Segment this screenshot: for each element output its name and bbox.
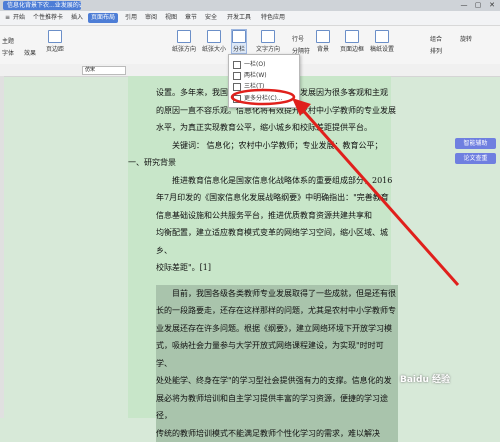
menu-chapter[interactable]: 章节 xyxy=(182,13,200,23)
columns-icon xyxy=(232,30,246,43)
vertical-ruler xyxy=(0,76,4,418)
menu-insert[interactable]: 插入 xyxy=(68,13,86,23)
doc-keywords: 关键词： 信息化；农村中小学教师；专业发展；教育公平； xyxy=(156,137,398,155)
theme-button[interactable]: 主题 xyxy=(2,36,14,45)
page-border-button[interactable]: 页面边框 xyxy=(340,30,364,53)
menu-recommend[interactable]: 个性推荐卡 xyxy=(30,13,66,23)
doc-line: 信息基础设施和公共服务平台，推进优质教育资源共建共享和 xyxy=(156,207,398,225)
menu-view[interactable]: 视图 xyxy=(162,13,180,23)
menu-bar: ≡ 开始 个性推荐卡 插入 页面布局 引用 审阅 视图 章节 安全 开发工具 特… xyxy=(0,11,500,26)
doc-heading: 一、研究背景 xyxy=(128,154,398,172)
doc-line: 展必将为教师培训和自主学习提供丰富的学习资源，便捷的学习途径， xyxy=(156,390,398,425)
doc-line: 推进教育信息化是国家信息化战略体系的重要组成部分，2016 xyxy=(156,172,398,190)
font-theme-button[interactable]: 字体 xyxy=(2,48,14,57)
doc-line: 校际差距"。[1] xyxy=(156,259,398,277)
menu-review[interactable]: 审阅 xyxy=(142,13,160,23)
menu-page-layout[interactable]: 页面布局 xyxy=(88,13,118,23)
document-tab[interactable]: 信息化背景下农...业发展的调研探析 xyxy=(3,1,81,10)
doc-line: 水平，为真正实现教育公平，缩小城乡和校际差距提供平台。 xyxy=(156,119,398,137)
plagiarism-check-button[interactable]: 论文查重 xyxy=(455,153,496,164)
doc-line: 处处能学、终身在学"的学习型社会提供强有力的支撑。信息化的发 xyxy=(156,372,398,390)
paper-size-icon xyxy=(207,30,221,43)
font-select[interactable]: 仿宋 xyxy=(82,66,126,75)
doc-line: 长的一段路要走，还存在这样那样的问题，尤其是农村中小学教师专 xyxy=(156,302,398,320)
line-number-button[interactable]: 行号 xyxy=(292,34,304,43)
orientation-icon xyxy=(177,30,191,43)
two-column-icon xyxy=(233,72,241,80)
menu-security[interactable]: 安全 xyxy=(202,13,220,23)
doc-line: 均衡配置，建立适应教育模式变革的网络学习空间，缩小区域、城乡、 xyxy=(156,224,398,259)
doc-line: 式，吸纳社会力量参与大学开放式网络课程建设，为实现"时时可学、 xyxy=(156,337,398,372)
columns-button[interactable]: 分栏 xyxy=(232,30,246,53)
menu-references[interactable]: 引用 xyxy=(122,13,140,23)
three-column-option[interactable]: 三栏(T) xyxy=(233,81,264,91)
columns-dropdown: 一栏(O) 两栏(W) 三栏(T) 更多分栏(C)... xyxy=(228,54,300,108)
minimize-icon[interactable]: — xyxy=(458,1,470,10)
title-bar: 信息化背景下农...业发展的调研探析 — ▢ ✕ xyxy=(0,0,500,11)
text-direction-icon xyxy=(261,30,275,43)
arrange-button[interactable]: 排列 xyxy=(430,46,442,55)
effect-button[interactable]: 效果 xyxy=(24,48,36,57)
doc-line: 业发展还存在许多问题。根据《纲要》，建立网络环境下开放学习模 xyxy=(156,320,398,338)
two-column-option[interactable]: 两栏(W) xyxy=(233,70,267,80)
margin-button[interactable]: 页边距 xyxy=(46,30,64,53)
selected-text[interactable]: 目前，我国各级各类教师专业发展取得了一些成就，但是还有很 长的一段路要走，还存在… xyxy=(156,285,398,442)
three-column-icon xyxy=(233,83,241,91)
background-icon xyxy=(316,30,330,43)
paper-size-button[interactable]: 纸张大小 xyxy=(202,30,226,53)
group-button[interactable]: 组合 xyxy=(430,34,442,43)
doc-line: 年7月印发的《国家信息化发展战略纲要》中明确指出："完善教育 xyxy=(156,189,398,207)
doc-line: 目前，我国各级各类教师专业发展取得了一些成就，但是还有很 xyxy=(156,285,398,303)
orientation-button[interactable]: 纸张方向 xyxy=(172,30,196,53)
maximize-icon[interactable]: ▢ xyxy=(472,1,484,10)
document-page[interactable]: 设置。多年来，我国农村中小学教师专业发展因为很多客观和主观 的原因一直不容乐观。… xyxy=(128,76,391,418)
margin-icon xyxy=(48,30,62,43)
document-body[interactable]: 设置。多年来，我国农村中小学教师专业发展因为很多客观和主观 的原因一直不容乐观。… xyxy=(156,84,398,442)
menu-start[interactable]: 开始 xyxy=(10,13,28,23)
manuscript-button[interactable]: 稿纸设置 xyxy=(370,30,394,53)
background-button[interactable]: 背景 xyxy=(316,30,330,53)
rotate-button[interactable]: 旋转 xyxy=(460,34,472,43)
watermark-logo: Baidu 经验 xyxy=(400,372,500,412)
page-border-icon xyxy=(345,30,359,43)
smart-assist-button[interactable]: 智能辅助 xyxy=(455,138,496,149)
text-direction-button[interactable]: 文字方向 xyxy=(256,30,280,53)
manuscript-icon xyxy=(375,30,389,43)
one-column-option[interactable]: 一栏(O) xyxy=(233,59,265,69)
more-columns-option[interactable]: 更多分栏(C)... xyxy=(233,93,283,103)
doc-line: 传统的教师培训模式不能满足教师个性化学习的需求，难以解决 xyxy=(156,425,398,442)
menu-special-apps[interactable]: 特色应用 xyxy=(258,13,288,23)
close-icon[interactable]: ✕ xyxy=(486,1,498,10)
one-column-icon xyxy=(233,61,241,69)
more-columns-icon xyxy=(233,95,241,103)
menu-developer[interactable]: 开发工具 xyxy=(224,13,254,23)
